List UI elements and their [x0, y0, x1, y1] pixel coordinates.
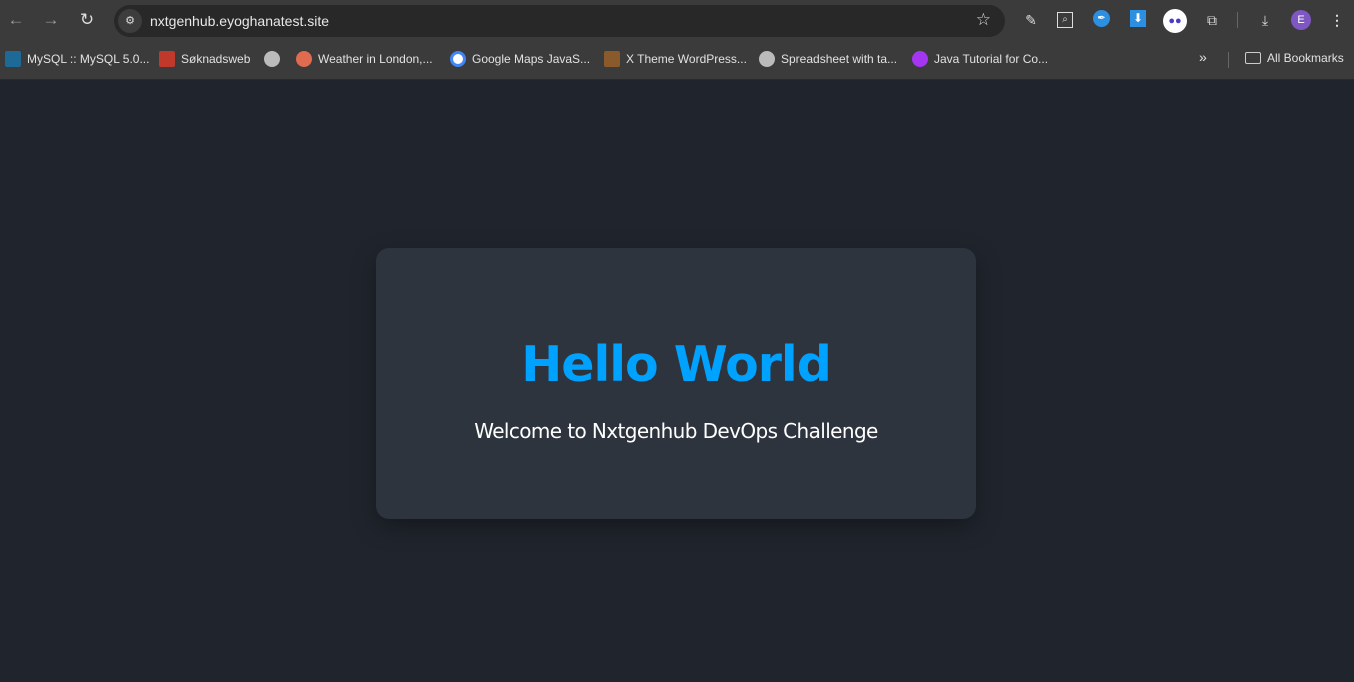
page-subtitle: Welcome to Nxtgenhub DevOps Challenge: [474, 419, 878, 443]
all-bookmarks-button[interactable]: All Bookmarks: [1245, 51, 1344, 65]
url-text[interactable]: nxtgenhub.eyoghanatest.site: [150, 13, 329, 29]
forward-button[interactable]: →: [40, 10, 62, 30]
all-bookmarks-label: All Bookmarks: [1267, 51, 1344, 65]
bookmark-xtheme[interactable]: X Theme WordPress...: [604, 51, 747, 67]
welcome-card: Hello World Welcome to Nxtgenhub DevOps …: [376, 248, 976, 519]
weather-icon: [296, 51, 312, 67]
folder-icon: [1245, 52, 1261, 64]
bookmark-globe[interactable]: [264, 51, 286, 67]
google-icon: [450, 51, 466, 67]
globe-icon: [759, 51, 775, 67]
xtheme-icon: [604, 51, 620, 67]
back-button[interactable]: ←: [5, 10, 27, 30]
bookmark-label: Weather in London,...: [318, 52, 433, 66]
bookmark-spreadsheet[interactable]: Spreadsheet with ta...: [759, 51, 897, 67]
bookmark-google-maps[interactable]: Google Maps JavaS...: [450, 51, 590, 67]
bookmarks-bar: MySQL :: MySQL 5.0... Søknadsweb Weather…: [0, 40, 1354, 80]
soknadsweb-icon: [159, 51, 175, 67]
bookmark-star-icon[interactable]: ☆: [976, 10, 991, 30]
robot-icon[interactable]: ●●: [1163, 9, 1187, 33]
search-box-icon[interactable]: ⌕: [1057, 12, 1073, 28]
globe-icon: [264, 51, 280, 67]
download-arrow-icon[interactable]: ⬇: [1130, 10, 1146, 27]
bookmark-soknadsweb[interactable]: Søknadsweb: [159, 51, 250, 67]
udemy-icon: [912, 51, 928, 67]
bookmark-label: Spreadsheet with ta...: [781, 52, 898, 66]
bookmark-mysql[interactable]: MySQL :: MySQL 5.0...: [5, 51, 149, 67]
puzzle-icon[interactable]: ⧉: [1202, 10, 1222, 30]
bookmark-label: Søknadsweb: [181, 52, 251, 66]
reload-button[interactable]: ↻: [76, 10, 98, 30]
bookmarks-overflow-button[interactable]: »: [1199, 49, 1207, 65]
site-settings-icon[interactable]: ⚙: [118, 9, 142, 33]
bookmark-label: Java Tutorial for Co...: [934, 52, 1049, 66]
address-bar[interactable]: ⚙ nxtgenhub.eyoghanatest.site ☆: [114, 5, 1005, 37]
eyedropper-icon[interactable]: ✎: [1021, 10, 1041, 30]
browser-toolbar: ← → ↻ ⚙ nxtgenhub.eyoghanatest.site ☆ ✎ …: [0, 0, 1354, 40]
downloads-icon[interactable]: ⤓: [1255, 10, 1275, 30]
bookmark-weather[interactable]: Weather in London,...: [296, 51, 433, 67]
mysql-icon: [5, 51, 21, 67]
divider: [1237, 12, 1238, 28]
bookmark-label: MySQL :: MySQL 5.0...: [27, 52, 150, 66]
bookmark-java-tutorial[interactable]: Java Tutorial for Co...: [912, 51, 1048, 67]
divider: [1228, 52, 1229, 68]
pen-icon[interactable]: ✒: [1093, 10, 1110, 27]
menu-icon[interactable]: ⋮: [1327, 10, 1347, 30]
page-title: Hello World: [521, 336, 832, 393]
bookmark-label: Google Maps JavaS...: [472, 52, 591, 66]
profile-avatar[interactable]: E: [1291, 10, 1311, 30]
bookmark-label: X Theme WordPress...: [626, 52, 747, 66]
